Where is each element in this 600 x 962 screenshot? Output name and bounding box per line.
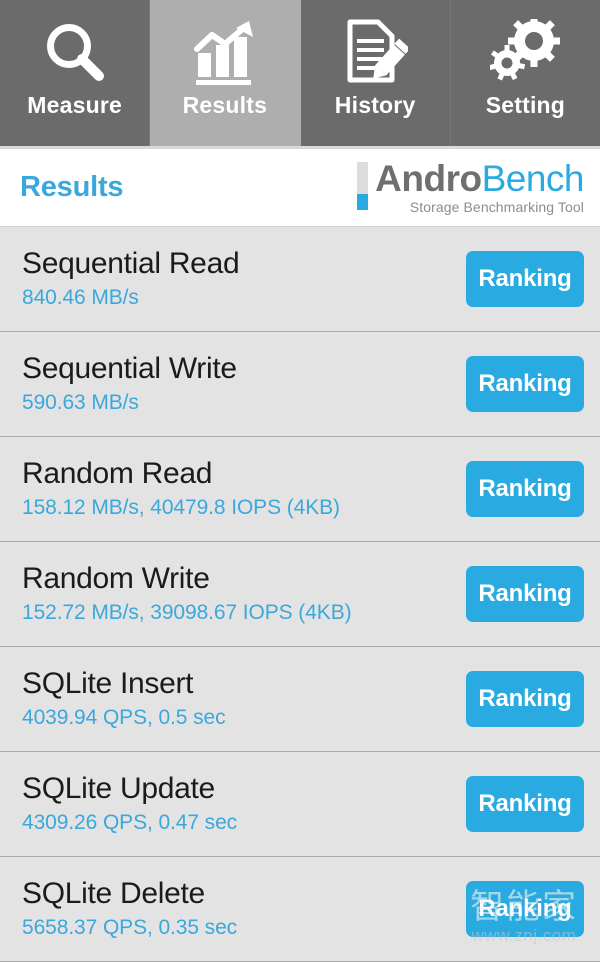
benchmark-results-list: Sequential Read 840.46 MB/s Ranking Sequ… (0, 227, 600, 962)
benchmark-value: 152.72 MB/s, 39098.67 IOPS (4KB) (22, 601, 352, 624)
row-text-block: SQLite Delete 5658.37 QPS, 0.35 sec (22, 876, 237, 942)
row-text-block: Random Read 158.12 MB/s, 40479.8 IOPS (4… (22, 456, 340, 522)
row-text-block: Random Write 152.72 MB/s, 39098.67 IOPS … (22, 561, 352, 627)
tab-history-label: History (334, 92, 416, 118)
benchmark-value: 4309.26 QPS, 0.47 sec (22, 811, 238, 834)
table-row[interactable]: SQLite Insert 4039.94 QPS, 0.5 sec Ranki… (0, 647, 600, 752)
benchmark-value: 5658.37 QPS, 0.35 sec (22, 916, 238, 939)
benchmark-name: SQLite Update (22, 772, 215, 805)
benchmark-value: 158.12 MB/s, 40479.8 IOPS (4KB) (22, 496, 340, 519)
logo-bar-bottom-segment (357, 194, 369, 210)
page-title: Results (20, 171, 124, 203)
magnifier-icon (42, 16, 108, 88)
logo-secondary-text: Bench (481, 158, 585, 199)
benchmark-name: Random Write (22, 562, 210, 595)
benchmark-value: 4039.94 QPS, 0.5 sec (22, 706, 226, 729)
tab-setting-label: Setting (485, 92, 566, 118)
table-row[interactable]: Sequential Read 840.46 MB/s Ranking (0, 227, 600, 332)
tab-measure[interactable]: Measure (0, 0, 151, 146)
gears-icon (490, 16, 561, 88)
benchmark-value: 840.46 MB/s (22, 286, 139, 309)
logo-wordmark: AndroBench (375, 160, 584, 198)
tab-results-label: Results (182, 92, 268, 118)
tab-measure-label: Measure (27, 92, 122, 118)
benchmark-name: SQLite Insert (22, 667, 194, 700)
tab-results[interactable]: Results (150, 0, 301, 146)
logo-subtitle: Storage Benchmarking Tool (409, 199, 584, 215)
table-row[interactable]: SQLite Delete 5658.37 QPS, 0.35 sec Rank… (0, 857, 600, 962)
main-tab-bar: Measure Results History Setting (0, 0, 600, 146)
ranking-button[interactable]: Ranking (466, 671, 584, 727)
benchmark-name: Random Read (22, 457, 213, 490)
row-text-block: Sequential Write 590.63 MB/s (22, 351, 237, 417)
row-text-block: Sequential Read 840.46 MB/s (22, 246, 240, 312)
row-text-block: SQLite Update 4309.26 QPS, 0.47 sec (22, 771, 237, 837)
page-header: Results AndroBench Storage Benchmarking … (0, 149, 600, 227)
ranking-button[interactable]: Ranking (466, 356, 584, 412)
tab-history[interactable]: History (300, 0, 451, 146)
table-row[interactable]: Random Write 152.72 MB/s, 39098.67 IOPS … (0, 542, 600, 647)
row-text-block: SQLite Insert 4039.94 QPS, 0.5 sec (22, 666, 226, 732)
document-pencil-icon (342, 16, 409, 88)
androbench-logo: AndroBench Storage Benchmarking Tool (357, 160, 585, 216)
ranking-button[interactable]: Ranking (466, 251, 584, 307)
table-row[interactable]: Sequential Write 590.63 MB/s Ranking (0, 332, 600, 437)
table-row[interactable]: SQLite Update 4309.26 QPS, 0.47 sec Rank… (0, 752, 600, 857)
bar-chart-trend-icon (191, 16, 259, 88)
ranking-button[interactable]: Ranking (466, 566, 584, 622)
benchmark-value: 590.63 MB/s (22, 391, 139, 414)
logo-primary-text: Andro (375, 158, 482, 199)
table-row[interactable]: Random Read 158.12 MB/s, 40479.8 IOPS (4… (0, 437, 600, 542)
benchmark-name: Sequential Read (22, 247, 240, 280)
benchmark-name: Sequential Write (22, 352, 237, 385)
logo-text-block: AndroBench Storage Benchmarking Tool (375, 160, 584, 216)
ranking-button[interactable]: Ranking (466, 461, 584, 517)
tab-setting[interactable]: Setting (450, 0, 600, 146)
logo-bar-top-segment (357, 162, 369, 194)
ranking-button[interactable]: Ranking (466, 776, 584, 832)
benchmark-name: SQLite Delete (22, 877, 205, 910)
logo-bar-icon (357, 162, 369, 210)
ranking-button[interactable]: Ranking (466, 881, 584, 937)
